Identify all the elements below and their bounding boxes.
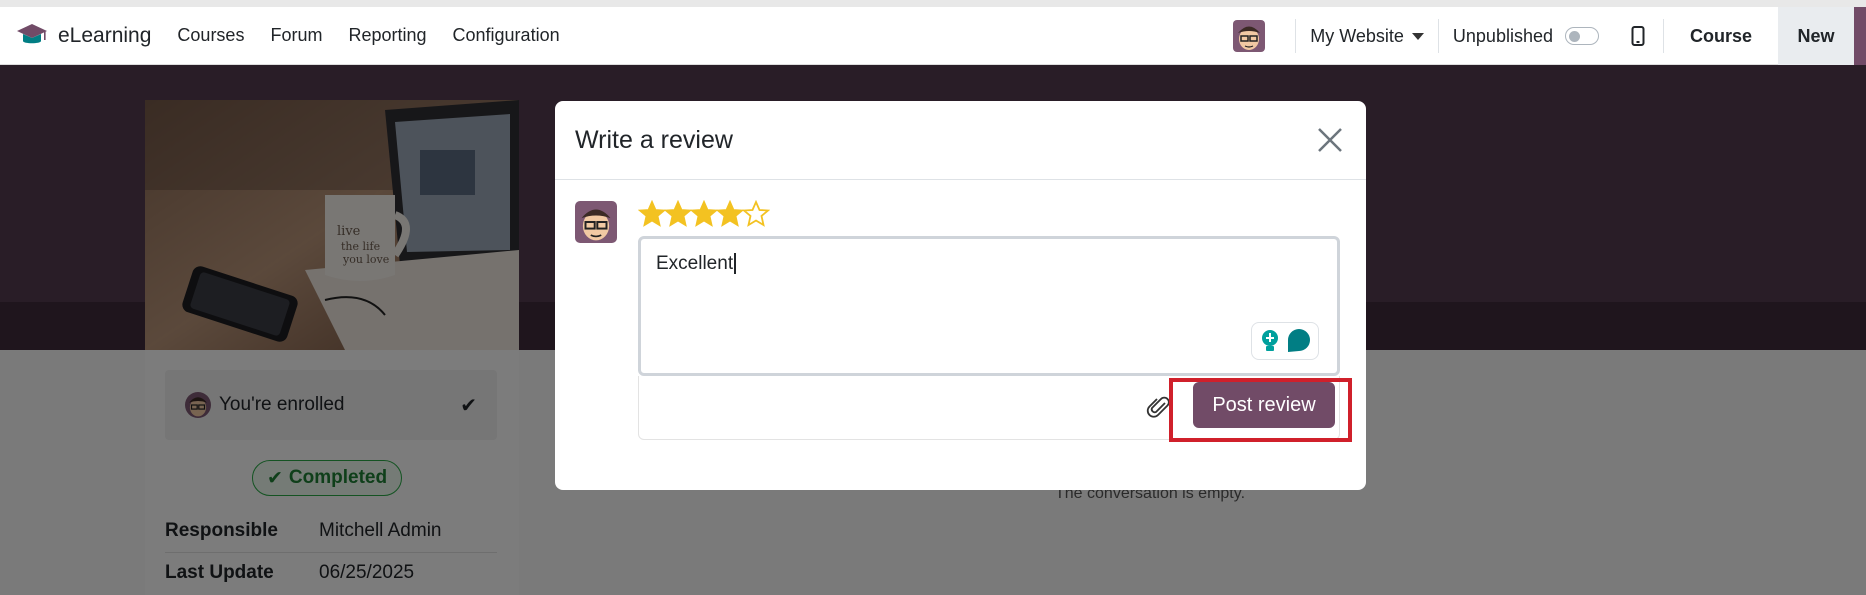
star-filled-icon[interactable] <box>664 200 692 228</box>
reviewer-avatar <box>575 201 617 243</box>
lightbulb-icon <box>1261 330 1278 351</box>
mobile-icon <box>1631 26 1645 46</box>
mobile-preview-button[interactable] <box>1613 26 1663 46</box>
graduation-cap-icon <box>17 23 47 43</box>
menu-forum[interactable]: Forum <box>270 25 322 46</box>
caret-down-icon <box>1411 32 1424 40</box>
main-menu: Courses Forum Reporting Configuration <box>177 25 585 46</box>
app-name: eLearning <box>58 23 152 47</box>
app-brand[interactable]: eLearning <box>16 20 151 52</box>
highlight-annotation <box>1169 378 1352 442</box>
star-filled-icon[interactable] <box>716 200 744 228</box>
website-selector-label: My Website <box>1310 25 1404 46</box>
star-filled-icon[interactable] <box>638 200 666 228</box>
dialog-title: Write a review <box>575 125 733 154</box>
star-empty-icon[interactable] <box>742 200 770 228</box>
publish-toggle-group[interactable]: Unpublished <box>1439 26 1613 47</box>
course-button[interactable]: Course <box>1664 26 1778 47</box>
website-selector[interactable]: My Website <box>1296 26 1438 47</box>
user-avatar[interactable] <box>1233 20 1266 52</box>
edit-panel-edge[interactable] <box>1854 7 1866 65</box>
menu-courses[interactable]: Courses <box>177 25 244 46</box>
publish-toggle[interactable] <box>1564 27 1599 45</box>
new-button[interactable]: New <box>1778 7 1854 65</box>
review-text: Excellent <box>656 253 734 274</box>
top-navbar: eLearning Courses Forum Reporting Config… <box>0 0 1866 65</box>
chat-bubble-icon <box>1287 329 1310 352</box>
publish-status-label: Unpublished <box>1452 25 1553 46</box>
ai-assist-widget[interactable] <box>1251 322 1319 360</box>
dialog-header: Write a review <box>555 101 1366 180</box>
star-rating[interactable] <box>638 200 770 228</box>
menu-reporting[interactable]: Reporting <box>348 25 426 46</box>
navbar-right-controls: My Website Unpublished Course New <box>1233 7 1866 65</box>
review-textarea[interactable]: Excellent <box>638 236 1340 376</box>
close-icon[interactable] <box>1314 124 1346 156</box>
text-cursor <box>734 253 736 275</box>
menu-configuration[interactable]: Configuration <box>453 25 560 46</box>
star-filled-icon[interactable] <box>690 200 718 228</box>
